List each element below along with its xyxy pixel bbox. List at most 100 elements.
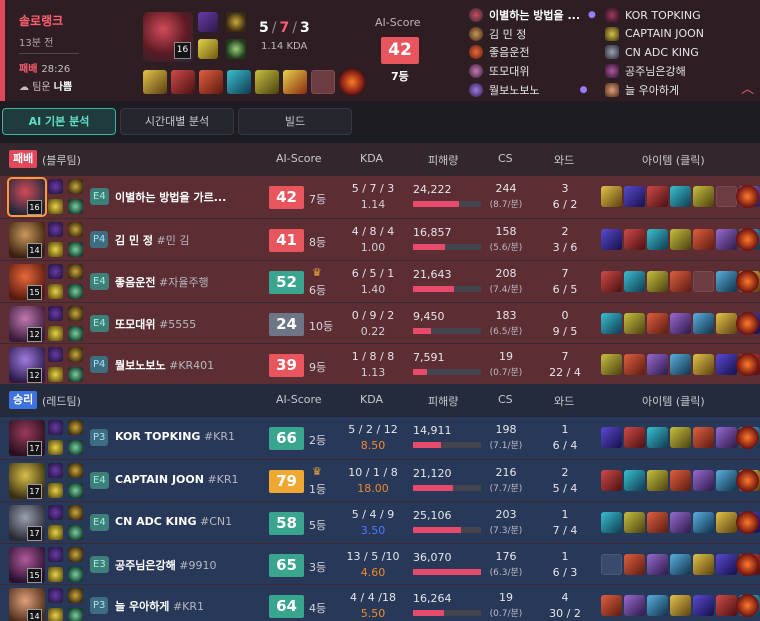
item-icon[interactable] [647,554,668,575]
match-summary-card[interactable]: 솔로랭크 13분 전 패배 28:26 ☁ 팀운 나쁨 16 5/7/3 1.14… [0,0,760,101]
item-icon[interactable] [716,470,737,491]
poro-icon[interactable] [339,69,365,95]
item-icon[interactable] [171,70,195,94]
item-icon[interactable] [601,186,622,207]
item-icon[interactable] [693,427,714,448]
summoner-name[interactable]: 공주님은강해 #9910 [115,557,216,573]
rune-icon[interactable] [226,12,246,32]
item-icon[interactable] [199,70,223,94]
item-icon[interactable] [693,186,714,207]
player-link[interactable]: 이별하는 방법을 ... ● [469,6,596,25]
summoner-name[interactable]: 뭘보노보노 #KR401 [115,357,214,373]
rune-icon[interactable] [226,39,246,59]
item-icon[interactable] [624,271,645,292]
summoner-spell-icon[interactable] [48,463,63,478]
summoner-spell-icon[interactable] [48,440,63,455]
item-icon[interactable] [716,554,737,575]
summoner-spell-icon[interactable] [48,547,63,562]
poro-icon[interactable] [736,553,759,576]
player-row[interactable]: 17 E4 CAPTAIN JOON #KR1 79 ♛ 1등 10 / 1 / 8 18.0… [0,459,760,501]
item-icon[interactable] [624,427,645,448]
ward-icon[interactable] [283,70,307,94]
summoner-spell-icon[interactable] [48,347,63,362]
item-icon[interactable] [601,470,622,491]
summoner-spell-icon[interactable] [48,367,63,382]
summoner-spell-icon[interactable] [48,567,63,582]
player-row[interactable]: 15 E3 공주님은강해 #9910 65 3등 13 / 5 /10 4.60 36,070… [0,543,760,585]
poro-icon[interactable] [736,353,759,376]
summoner-name[interactable]: 김 민 정 #민 김 [115,232,190,248]
poro-icon[interactable] [736,594,759,617]
rune-icon[interactable] [68,284,83,299]
item-icon[interactable] [255,70,279,94]
rune-icon[interactable] [68,199,83,214]
item-icon[interactable] [693,470,714,491]
item-icon[interactable] [647,512,668,533]
item-icon[interactable] [716,427,737,448]
player-row[interactable]: 12 E4 또모대위 #5555 24 10등 0 / 9 / 2 0.22 9,450 183… [0,302,760,344]
player-row[interactable]: 14 P4 김 민 정 #민 김 41 8등 4 / 8 / 4 1.00 16,857 158… [0,218,760,260]
rune-icon[interactable] [68,222,83,237]
rune-icon[interactable] [68,505,83,520]
item-icon[interactable] [647,271,668,292]
item-icon[interactable] [647,595,668,616]
item-icon[interactable] [601,427,622,448]
summoner-spell-icon[interactable] [198,12,218,32]
item-icon[interactable] [601,595,622,616]
item-icon[interactable] [670,186,691,207]
item-icon[interactable] [670,427,691,448]
summoner-spell-icon[interactable] [48,306,63,321]
summoner-name[interactable]: CN ADC KING #CN1 [115,515,232,528]
player-row[interactable]: 14 P3 늘 우아하게 #KR1 64 4등 4 / 4 /18 5.50 16,264 19… [0,584,760,621]
item-icon[interactable] [670,271,691,292]
summoner-spell-icon[interactable] [198,39,218,59]
item-icon[interactable] [624,186,645,207]
summoner-spell-icon[interactable] [48,505,63,520]
summoner-name[interactable]: 이별하는 방법을 가르... [115,189,226,205]
item-icon[interactable] [647,354,668,375]
item-icon[interactable] [716,313,737,334]
item-icon[interactable] [693,595,714,616]
summoner-name[interactable]: 늘 우아하게 #KR1 [115,598,204,614]
rune-icon[interactable] [68,588,83,603]
player-link[interactable]: 공주님은강해 [605,62,704,81]
summoner-spell-icon[interactable] [48,420,63,435]
item-icon[interactable] [693,313,714,334]
player-link[interactable]: 또모대위 [469,62,596,81]
item-icon[interactable] [647,313,668,334]
item-icon[interactable] [624,512,645,533]
item-icon[interactable] [716,512,737,533]
item-icon[interactable] [647,427,668,448]
poro-icon[interactable] [736,312,759,335]
player-link[interactable]: 김 민 정 [469,25,596,44]
item-icon[interactable] [670,512,691,533]
player-row[interactable]: 17 P3 KOR TOPKING #KR1 66 2등 5 / 2 / 12 8.50 14… [0,417,760,459]
item-icon[interactable] [693,354,714,375]
summoner-spell-icon[interactable] [48,199,63,214]
rune-icon[interactable] [68,347,83,362]
poro-icon[interactable] [736,469,759,492]
summoner-spell-icon[interactable] [48,179,63,194]
item-icon[interactable] [624,229,645,250]
rune-icon[interactable] [68,179,83,194]
tab-build[interactable]: 빌드 [238,108,352,135]
item-icon[interactable] [716,595,737,616]
summoner-spell-icon[interactable] [48,284,63,299]
poro-icon[interactable] [736,228,759,251]
player-link[interactable]: 뭘보노보노 ● [469,80,596,99]
item-icon[interactable] [647,186,668,207]
item-icon[interactable] [227,70,251,94]
player-row[interactable]: 16 E4 이별하는 방법을 가르... 42 7등 5 / 7 / 3 1.14 24,22… [0,176,760,218]
rune-icon[interactable] [68,367,83,382]
rune-icon[interactable] [68,306,83,321]
rune-icon[interactable] [68,567,83,582]
tab-ai-basic[interactable]: AI 기본 분석 [2,108,116,135]
item-icon[interactable] [716,354,737,375]
item-icon[interactable] [670,470,691,491]
summoner-spell-icon[interactable] [48,483,63,498]
item-icon[interactable] [601,229,622,250]
player-row[interactable]: 17 E4 CN ADC KING #CN1 58 5등 5 / 4 / 9 3.50 25,… [0,501,760,543]
rune-icon[interactable] [68,264,83,279]
poro-icon[interactable] [736,511,759,534]
summoner-spell-icon[interactable] [48,242,63,257]
